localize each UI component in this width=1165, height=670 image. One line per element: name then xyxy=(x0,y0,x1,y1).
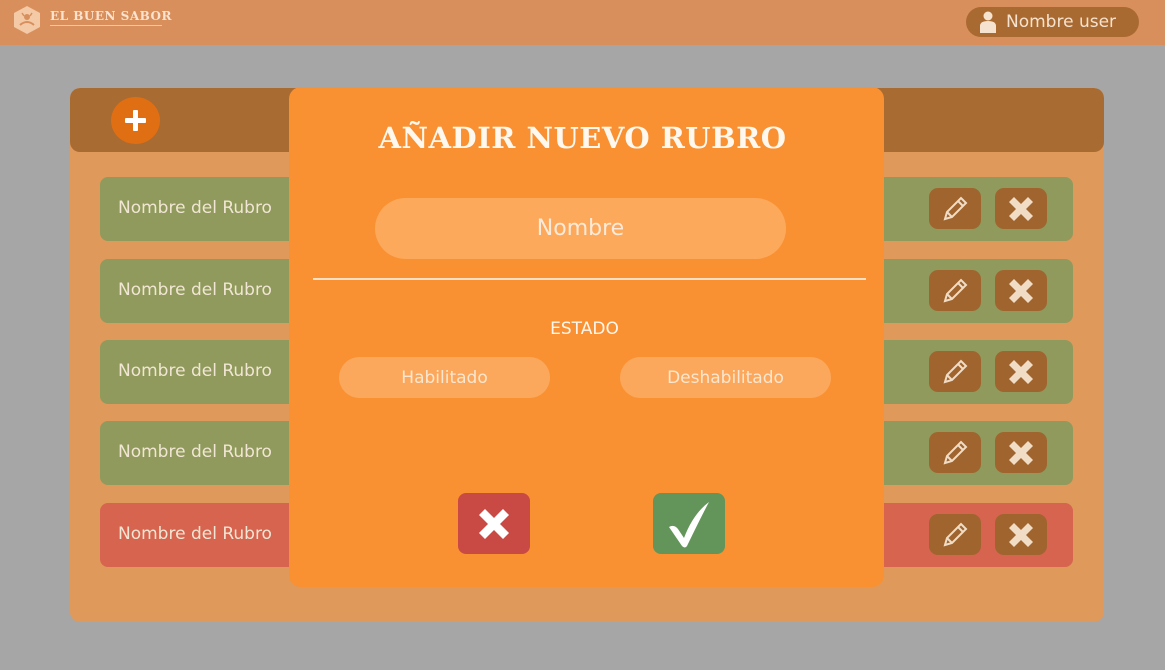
rubro-name: Nombre del Rubro xyxy=(118,361,272,381)
plus-icon xyxy=(125,110,146,131)
delete-button[interactable] xyxy=(995,270,1047,311)
delete-button[interactable] xyxy=(995,351,1047,392)
close-icon xyxy=(1009,360,1033,384)
brand-underline xyxy=(50,25,162,26)
delete-button[interactable] xyxy=(995,188,1047,229)
delete-button[interactable] xyxy=(995,432,1047,473)
close-icon xyxy=(1009,279,1033,303)
user-menu-button[interactable]: Nombre user xyxy=(966,7,1139,37)
close-icon xyxy=(1009,523,1033,547)
chef-hat-logo-icon xyxy=(14,6,40,34)
edit-button[interactable] xyxy=(929,432,981,473)
habilitado-option[interactable]: Habilitado xyxy=(339,357,550,398)
modal-title: AÑADIR NUEVO RUBRO xyxy=(378,121,787,155)
brand-name: EL BUEN SABOR xyxy=(50,9,172,23)
pencil-icon xyxy=(943,196,968,221)
rubro-name: Nombre del Rubro xyxy=(118,524,272,544)
pencil-icon xyxy=(943,278,968,303)
user-name: Nombre user xyxy=(1006,12,1117,32)
rubro-name: Nombre del Rubro xyxy=(118,198,272,218)
rubro-name: Nombre del Rubro xyxy=(118,442,272,462)
add-rubro-button[interactable] xyxy=(111,97,160,144)
confirm-button[interactable] xyxy=(653,493,725,554)
estado-label: ESTADO xyxy=(550,319,619,339)
close-icon xyxy=(1009,197,1033,221)
pencil-icon xyxy=(943,522,968,547)
deshabilitado-option[interactable]: Deshabilitado xyxy=(620,357,831,398)
divider xyxy=(313,278,866,280)
cancel-button[interactable] xyxy=(458,493,530,554)
check-icon xyxy=(669,502,709,548)
rubro-name: Nombre del Rubro xyxy=(118,280,272,300)
delete-button[interactable] xyxy=(995,514,1047,555)
edit-button[interactable] xyxy=(929,188,981,229)
user-icon xyxy=(980,11,996,33)
pencil-icon xyxy=(943,359,968,384)
pencil-icon xyxy=(943,440,968,465)
nombre-input[interactable] xyxy=(375,198,786,259)
add-rubro-modal: AÑADIR NUEVO RUBRO ESTADO Habilitado Des… xyxy=(289,87,884,587)
top-bar: EL BUEN SABOR Nombre user xyxy=(0,0,1165,45)
edit-button[interactable] xyxy=(929,351,981,392)
close-icon xyxy=(1009,441,1033,465)
edit-button[interactable] xyxy=(929,514,981,555)
close-icon xyxy=(479,509,509,539)
edit-button[interactable] xyxy=(929,270,981,311)
